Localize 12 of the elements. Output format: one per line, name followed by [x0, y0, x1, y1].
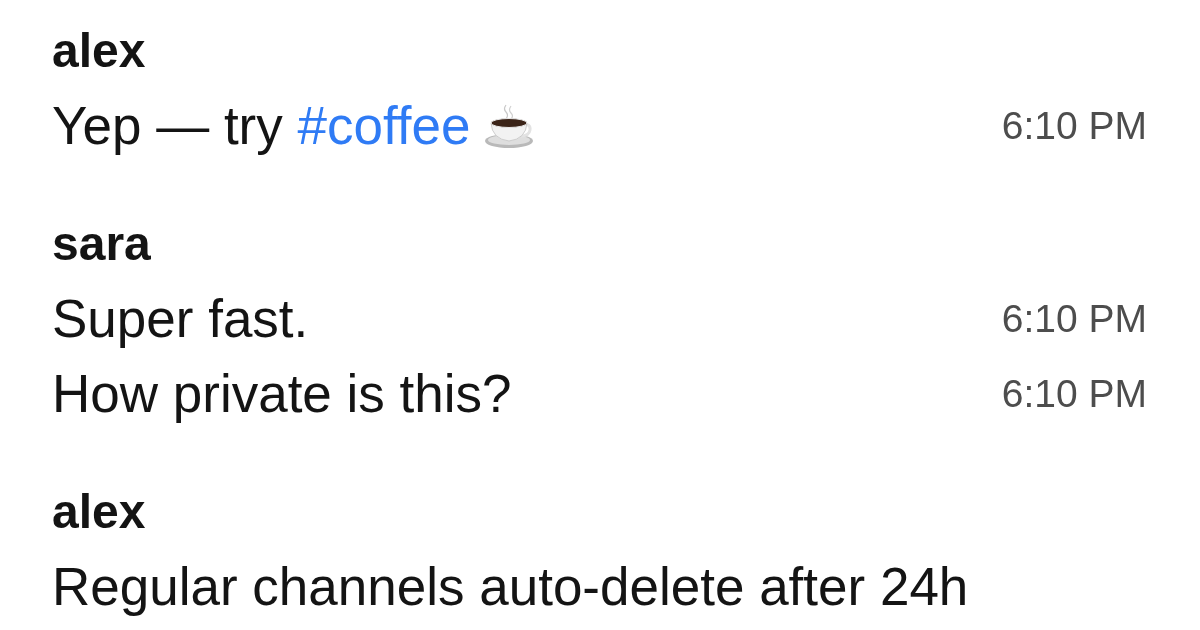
message-time: 6:10 PM [1001, 370, 1147, 417]
author-name: alex [52, 484, 146, 540]
message-text: Yep — try #coffee [52, 96, 471, 155]
message-time: 6:10 PM [1001, 102, 1147, 149]
message-text: Regular channels auto-delete after 24h [52, 557, 969, 616]
message-text: Super fast. [52, 289, 309, 348]
author-name: alex [52, 23, 146, 79]
coffee-cup-icon [484, 102, 535, 149]
author-name: sara [52, 216, 151, 272]
message-text: How private is this? [52, 364, 512, 423]
channel-link[interactable]: #coffee [297, 95, 471, 155]
message-time: 6:10 PM [1001, 295, 1147, 342]
